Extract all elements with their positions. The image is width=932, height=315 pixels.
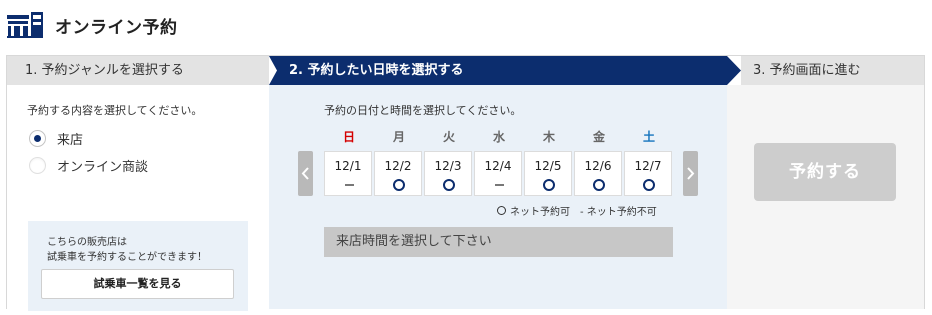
legend-circle-icon (497, 206, 506, 215)
legend-unavailable: - ネット予約不可 (580, 207, 657, 218)
radio-unchecked-icon[interactable] (29, 157, 46, 174)
genre-instruction: 予約する内容を選択してください。 (27, 104, 203, 117)
test-drive-promo: こちらの販売店は 試乗車を予約することができます！ 試乗車一覧を見る (28, 221, 248, 311)
date-cell[interactable]: 12/2 (374, 151, 422, 196)
available-circle-icon (443, 179, 455, 191)
weekday-tue: 火 (442, 130, 455, 144)
step-indicator: 1. 予約ジャンルを選択する 2. 予約したい日時を選択する 3. 予約画面に進… (7, 56, 924, 85)
legend-available: ネット予約可 (510, 207, 570, 218)
weekday-sat: 土 (642, 130, 655, 144)
weekday-mon: 月 (392, 130, 405, 144)
proceed-column: 予約する (727, 85, 924, 309)
unavailable-dash-icon (495, 184, 504, 186)
test-drive-list-button[interactable]: 試乗車一覧を見る (41, 269, 234, 299)
date-label: 12/5 (534, 159, 562, 173)
datetime-instruction: 予約の日付と時間を選択してください。 (324, 104, 522, 117)
available-circle-icon (593, 179, 605, 191)
radio-online-meeting-label: オンライン商談 (57, 160, 149, 175)
page-title: オンライン予約 (55, 17, 178, 38)
time-select[interactable]: 来店時間を選択して下さい (324, 227, 673, 257)
date-label: 12/7 (634, 159, 662, 173)
date-label: 12/3 (434, 159, 462, 173)
weekday-wed: 水 (492, 130, 505, 144)
promo-line-2: 試乗車を予約することができます！ (47, 252, 207, 263)
date-label: 12/1 (334, 159, 362, 173)
date-label: 12/4 (484, 159, 512, 173)
reserve-button[interactable]: 予約する (754, 143, 896, 201)
reservation-panel: 1. 予約ジャンルを選択する 2. 予約したい日時を選択する 3. 予約画面に進… (6, 55, 925, 311)
step-datetime: 2. 予約したい日時を選択する (269, 56, 741, 85)
available-circle-icon (393, 179, 405, 191)
radio-checked-icon[interactable] (29, 130, 46, 147)
date-cell[interactable]: 12/6 (574, 151, 622, 196)
weekday-sun: 日 (342, 130, 355, 144)
step-datetime-label: 2. 予約したい日時を選択する (289, 63, 464, 78)
unavailable-dash-icon (345, 184, 354, 186)
datetime-column: 予約の日付と時間を選択してください。 日 月 火 水 木 金 土 12/1 12… (269, 85, 727, 309)
promo-line-1: こちらの販売店は (47, 237, 127, 248)
date-cell[interactable]: 12/7 (624, 151, 672, 196)
chevron-right-icon (687, 167, 695, 180)
weekday-fri: 金 (592, 130, 605, 144)
step-proceed: 3. 予約画面に進む (741, 56, 924, 85)
availability-legend: ネット予約可 - ネット予約不可 (497, 203, 657, 218)
shop-calendar-icon (7, 12, 43, 38)
genre-column: 予約する内容を選択してください。 来店 オンライン商談 こちらの販売店は 試乗車… (7, 85, 269, 311)
weekday-thu: 木 (542, 130, 555, 144)
radio-visit[interactable]: 来店 (29, 129, 83, 148)
date-label: 12/2 (384, 159, 412, 173)
date-cell[interactable]: 12/1 (324, 151, 372, 196)
date-cell[interactable]: 12/3 (424, 151, 472, 196)
prev-week-button[interactable] (298, 151, 313, 196)
date-cell[interactable]: 12/5 (524, 151, 572, 196)
next-week-button[interactable] (683, 151, 698, 196)
radio-online-meeting[interactable]: オンライン商談 (29, 156, 148, 175)
available-circle-icon (643, 179, 655, 191)
available-circle-icon (543, 179, 555, 191)
date-cell[interactable]: 12/4 (474, 151, 522, 196)
chevron-left-icon (301, 167, 309, 180)
date-label: 12/6 (584, 159, 612, 173)
radio-visit-label: 来店 (57, 133, 84, 148)
promo-text: こちらの販売店は 試乗車を予約することができます！ (47, 235, 207, 265)
step-genre: 1. 予約ジャンルを選択する (7, 56, 269, 85)
page-header: オンライン予約 (7, 10, 178, 40)
